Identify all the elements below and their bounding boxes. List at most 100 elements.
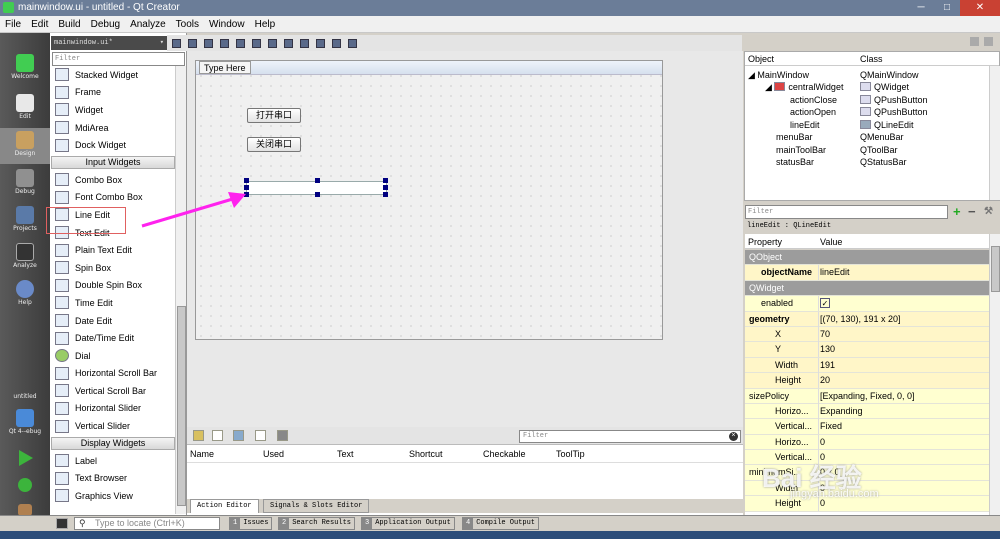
- mode-projects[interactable]: Projects: [0, 203, 50, 239]
- prop-objectname[interactable]: objectName lineEdit: [745, 265, 989, 281]
- layout-form-icon[interactable]: [300, 38, 309, 48]
- prop-group-qwidget[interactable]: QWidget: [745, 280, 989, 297]
- widget-vertical-scroll-bar[interactable]: Vertical Scroll Bar: [51, 382, 175, 400]
- menu-edit[interactable]: Edit: [26, 19, 53, 30]
- enabled-checkbox[interactable]: ✓: [820, 298, 830, 309]
- run-button[interactable]: [0, 447, 50, 469]
- object-row-actionclose[interactable]: actionClose QPushButton: [790, 95, 988, 108]
- minimize-button[interactable]: ─: [908, 0, 934, 16]
- object-row-centralwidget[interactable]: ◢ centralWidget QWidget: [765, 82, 988, 95]
- output-tab-application-output[interactable]: 3 Application Output: [361, 517, 455, 530]
- mode-help[interactable]: Help: [0, 277, 50, 313]
- widget-date-edit[interactable]: Date Edit: [51, 312, 175, 330]
- column-text[interactable]: Text: [337, 449, 354, 459]
- column-object[interactable]: Object: [748, 54, 774, 64]
- debug-run-button[interactable]: [0, 475, 50, 497]
- widget-horizontal-scroll-bar[interactable]: Horizontal Scroll Bar: [51, 365, 175, 383]
- object-row-mainwindow[interactable]: ◢ MainWindow QMainWindow: [748, 70, 988, 83]
- prop-sizepolicy-vertical[interactable]: Vertical... Fixed: [745, 419, 989, 435]
- remove-property-icon[interactable]: −: [968, 205, 976, 219]
- add-property-icon[interactable]: +: [953, 205, 961, 219]
- menu-build[interactable]: Build: [53, 19, 85, 30]
- prop-enabled[interactable]: enabled ✓: [745, 296, 989, 312]
- category-display-widgets[interactable]: Display Widgets: [51, 436, 175, 450]
- layout-hsplitter-icon[interactable]: [268, 38, 277, 48]
- widget-list-scrollbar[interactable]: [175, 66, 186, 514]
- close-window-button[interactable]: ✕: [960, 0, 1000, 16]
- close-panel-icon[interactable]: [984, 37, 993, 46]
- widget-text-browser[interactable]: Text Browser: [51, 469, 175, 487]
- menu-debug[interactable]: Debug: [86, 19, 125, 30]
- prop-sizepolicy-hstretch[interactable]: Horizo... 0: [745, 434, 989, 451]
- category-input-widgets[interactable]: Input Widgets: [51, 155, 175, 169]
- widget-combo-box[interactable]: Combo Box: [51, 171, 175, 189]
- dock-controls[interactable]: [968, 37, 998, 49]
- open-port-button[interactable]: 打开串口: [247, 108, 301, 123]
- clear-filter-icon[interactable]: ×: [729, 432, 738, 441]
- menu-file[interactable]: File: [0, 19, 26, 30]
- resize-handle[interactable]: [315, 178, 320, 183]
- widget-vertical-slider[interactable]: Vertical Slider: [51, 417, 175, 435]
- column-value[interactable]: Value: [820, 237, 842, 247]
- maximize-button[interactable]: □: [934, 0, 960, 16]
- close-port-button[interactable]: 关闭串口: [247, 137, 301, 152]
- widget-widget[interactable]: Widget: [51, 101, 175, 119]
- object-row-lineedit[interactable]: lineEdit QLineEdit: [790, 120, 988, 133]
- layout-vertical-icon[interactable]: [252, 38, 261, 48]
- prop-geometry[interactable]: geometry [(70, 130), 191 x 20]: [745, 311, 989, 327]
- tab-action-editor[interactable]: Action Editor: [190, 499, 259, 513]
- menu-help[interactable]: Help: [250, 19, 281, 30]
- widget-spin-box[interactable]: Spin Box: [51, 259, 175, 277]
- object-inspector-scrollbar[interactable]: [989, 66, 1000, 200]
- property-filter-input[interactable]: Filter: [745, 205, 948, 219]
- menu-window[interactable]: Window: [204, 19, 250, 30]
- widget-dial[interactable]: Dial: [51, 347, 175, 365]
- prop-sizepolicy-horizontal[interactable]: Horizo... Expanding: [745, 403, 989, 420]
- break-layout-icon[interactable]: [332, 38, 341, 48]
- layout-vsplitter-icon[interactable]: [284, 38, 293, 48]
- widget-plain-text-edit[interactable]: Plain Text Edit: [51, 241, 175, 259]
- new-action-icon[interactable]: [193, 430, 204, 441]
- edit-widgets-icon[interactable]: [172, 38, 181, 48]
- prop-group-qobject[interactable]: QObject: [745, 250, 989, 266]
- menu-analyze[interactable]: Analyze: [125, 19, 171, 30]
- widget-mdiarea[interactable]: MdiArea: [51, 119, 175, 137]
- copy-icon[interactable]: [212, 430, 223, 441]
- column-class[interactable]: Class: [860, 54, 883, 64]
- object-row-statusbar[interactable]: statusBar QStatusBar: [776, 157, 988, 170]
- layout-grid-icon[interactable]: [316, 38, 325, 48]
- property-scrollbar[interactable]: [989, 234, 1000, 515]
- output-tab-compile-output[interactable]: 4 Compile Output: [462, 517, 540, 530]
- column-name[interactable]: Name: [190, 449, 214, 459]
- edit-taborder-icon[interactable]: [220, 38, 229, 48]
- column-property[interactable]: Property: [748, 237, 782, 247]
- edit-signals-icon[interactable]: [188, 38, 197, 48]
- object-row-actionopen[interactable]: actionOpen QPushButton: [790, 107, 988, 120]
- widget-datetime-edit[interactable]: Date/Time Edit: [51, 329, 175, 347]
- mode-debug[interactable]: Debug: [0, 166, 50, 202]
- prop-geometry-x[interactable]: X 70: [745, 326, 989, 343]
- prop-geometry-y[interactable]: Y 130: [745, 342, 989, 358]
- output-tab-issues[interactable]: 1 Issues: [229, 517, 273, 530]
- resize-handle[interactable]: [383, 185, 388, 190]
- column-checkable[interactable]: Checkable: [483, 449, 526, 459]
- resize-handle[interactable]: [383, 192, 388, 197]
- column-tooltip[interactable]: ToolTip: [556, 449, 585, 459]
- kit-selector[interactable]: Qt 4--ebug: [0, 406, 50, 442]
- line-edit-widget[interactable]: [244, 178, 388, 197]
- widget-horizontal-slider[interactable]: Horizontal Slider: [51, 400, 175, 418]
- resize-handle[interactable]: [315, 192, 320, 197]
- paste-icon[interactable]: [233, 430, 244, 441]
- widget-dock-widget[interactable]: Dock Widget: [51, 136, 175, 154]
- tab-signals-slots[interactable]: Signals & Slots Editor: [263, 499, 370, 513]
- prop-sizepolicy[interactable]: sizePolicy [Expanding, Fixed, 0, 0]: [745, 388, 989, 404]
- mode-welcome[interactable]: Welcome: [0, 51, 50, 87]
- object-row-maintoolbar[interactable]: mainToolBar QToolBar: [776, 145, 988, 158]
- toggle-sidebar-icon[interactable]: [56, 518, 68, 529]
- prop-geometry-width[interactable]: Width 191: [745, 357, 989, 374]
- menu-tools[interactable]: Tools: [171, 19, 204, 30]
- layout-horizontal-icon[interactable]: [236, 38, 245, 48]
- column-shortcut[interactable]: Shortcut: [409, 449, 443, 459]
- widget-graphics-view[interactable]: Graphics View: [51, 487, 175, 505]
- object-row-menubar[interactable]: menuBar QMenuBar: [776, 132, 988, 145]
